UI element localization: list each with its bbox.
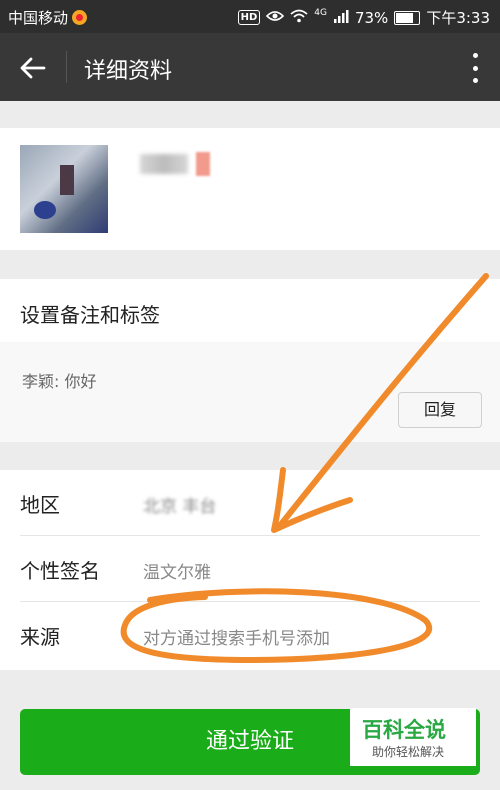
toolbar-divider [66,51,67,83]
hd-icon: HD [237,10,261,25]
contact-name [140,152,210,176]
source-value: 对方通过搜索手机号添加 [143,629,330,649]
source-label: 来源 [20,625,60,649]
eye-icon [266,9,285,27]
app-toolbar: 详细资料 [0,33,500,101]
back-arrow-icon[interactable] [18,53,48,83]
signature-label: 个性签名 [20,559,100,583]
info-section: 地区 北京 丰台 个性签名 温文尔雅 来源 对方通过搜索手机号添加 [0,470,500,670]
source-row: 来源 对方通过搜索手机号添加 [0,602,500,668]
network-type: 4G [314,7,327,18]
status-right: HD 4G 73% 下午3:33 [237,7,490,28]
region-label: 地区 [20,493,60,517]
status-bar: 中国移动 HD 4G 73% 下午3:33 [0,0,500,33]
verification-message-box: 李颖: 你好 回复 [0,342,500,442]
region-row: 地区 北京 丰台 [0,470,500,536]
wifi-icon [290,9,308,27]
region-value: 北京 丰台 [143,497,217,517]
verification-message: 李颖: 你好 [22,372,97,391]
battery-icon [394,10,421,25]
reply-button[interactable]: 回复 [398,392,482,428]
signal-icon [333,9,349,27]
carrier-name: 中国移动 [8,9,69,27]
page-title: 详细资料 [84,59,173,84]
blurred-name [140,154,188,174]
profile-card[interactable] [0,128,500,250]
gender-icon [196,152,210,176]
remark-section: 设置备注和标签 李颖: 你好 回复 [0,279,500,442]
watermark-title: 百科全说 [362,718,446,742]
battery-percent: 73% [354,8,389,27]
more-options-icon[interactable] [470,53,480,83]
status-left: 中国移动 [8,7,88,28]
signature-row: 个性签名 温文尔雅 [0,536,500,602]
watermark-subtitle: 助你轻松解决 [372,745,445,759]
weibo-icon [72,10,88,25]
set-remark-tags[interactable]: 设置备注和标签 [20,299,160,328]
signature-value: 温文尔雅 [143,563,211,583]
clock: 下午3:33 [426,9,490,27]
avatar[interactable] [20,145,108,233]
watermark-logo: 百科全说 助你轻松解决 [350,708,476,766]
